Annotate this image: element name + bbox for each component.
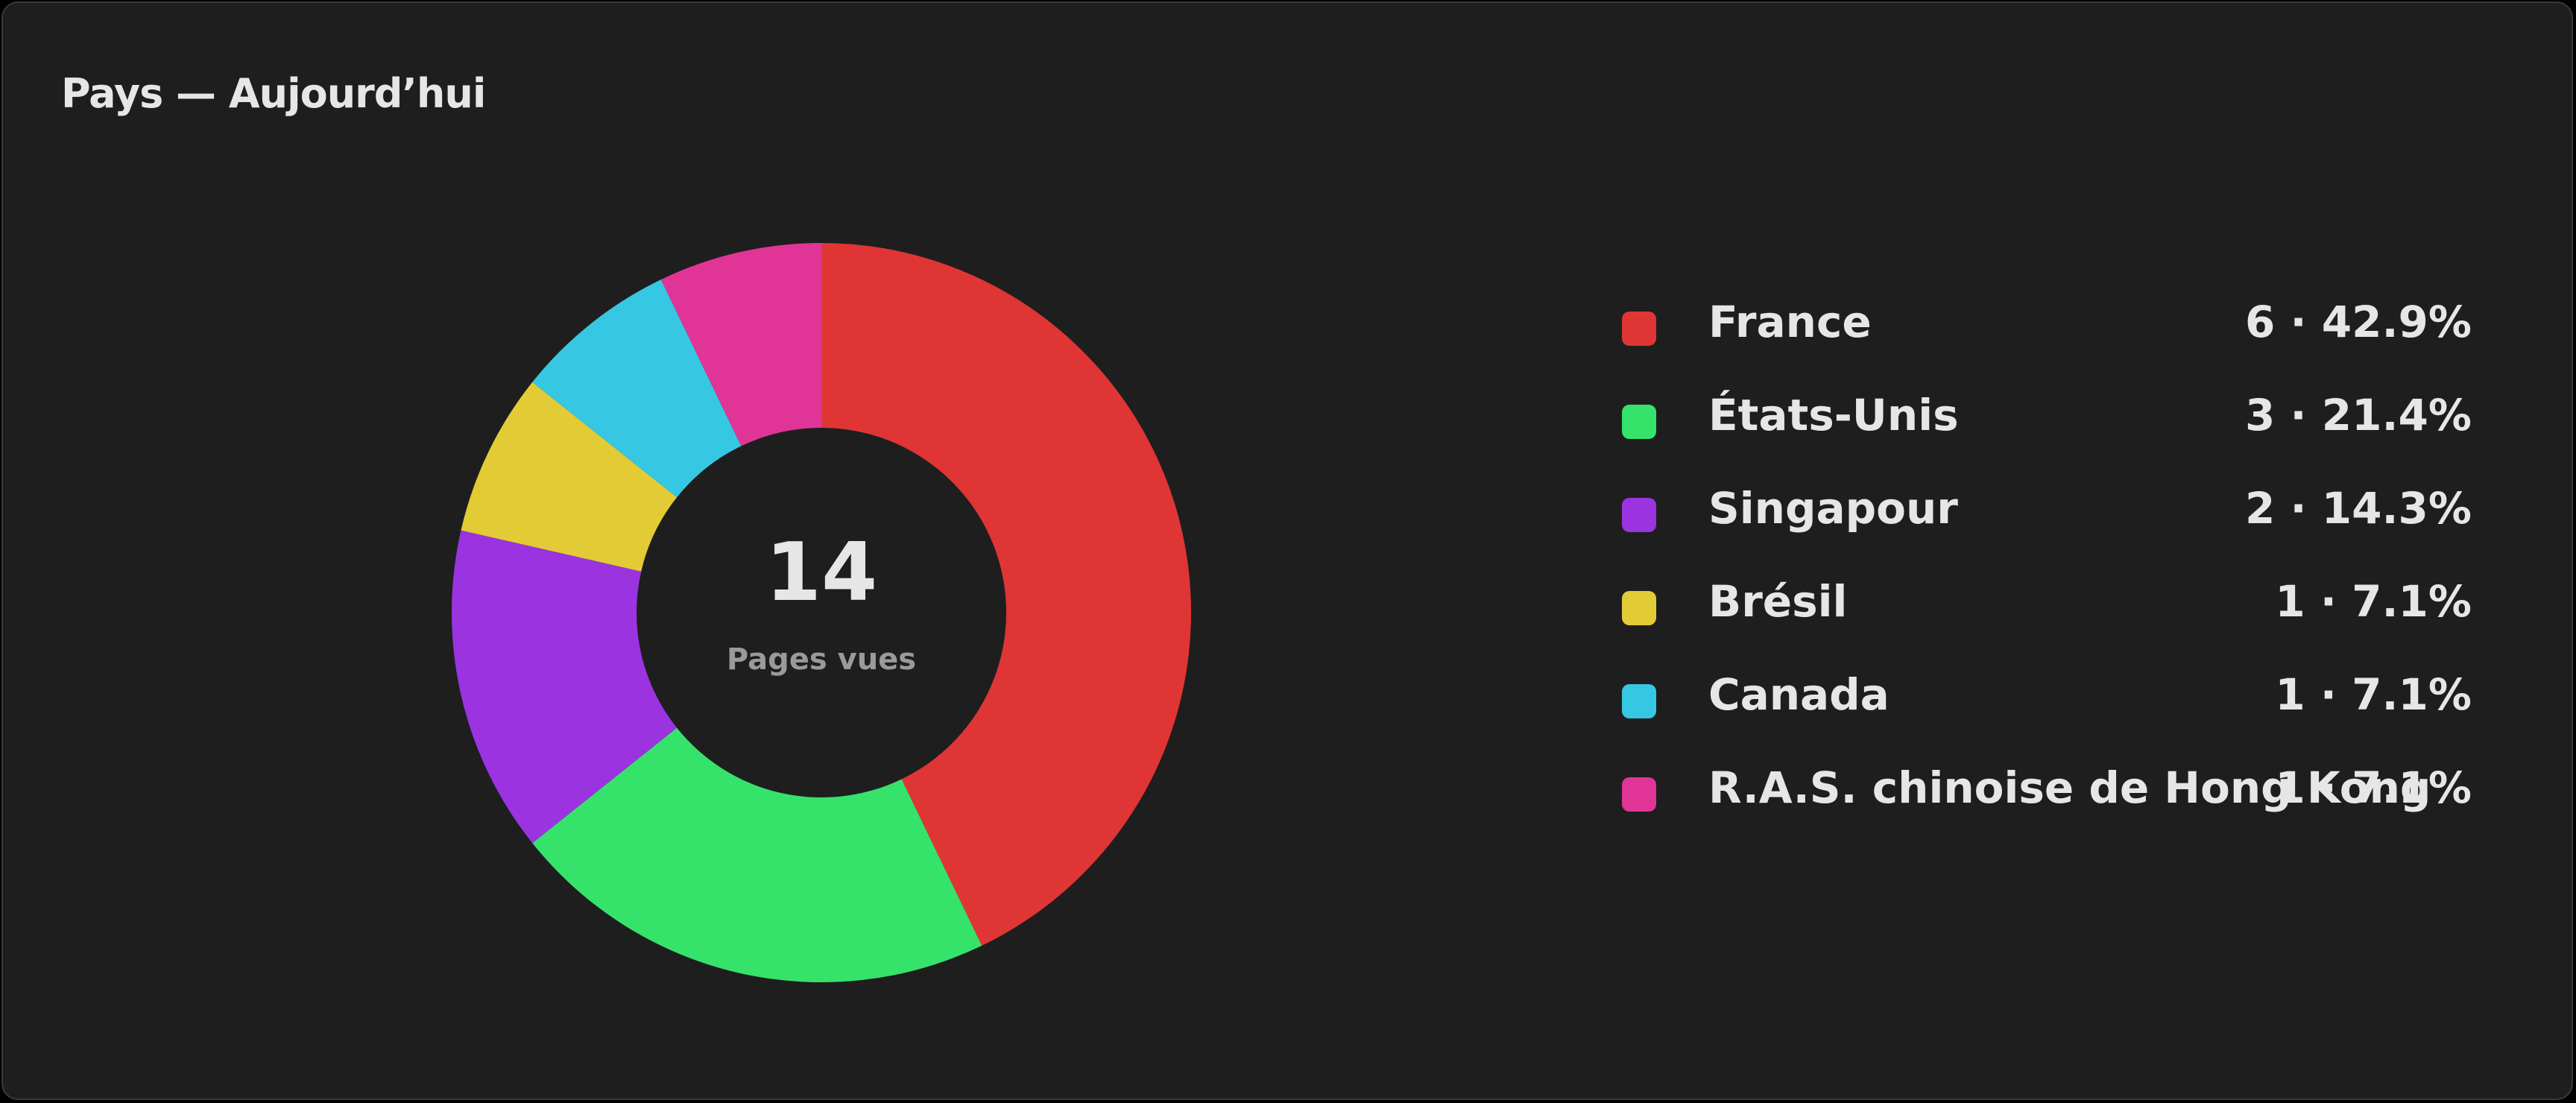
legend-label: France bbox=[1708, 297, 1872, 347]
legend-item[interactable]: France 6 · 42.9% bbox=[1622, 282, 2472, 375]
legend-item[interactable]: États-Unis 3 · 21.4% bbox=[1622, 375, 2472, 468]
legend-swatch bbox=[1622, 312, 1656, 346]
legend-item[interactable]: Singapour 2 · 14.3% bbox=[1622, 468, 2472, 561]
legend-swatch bbox=[1622, 405, 1656, 439]
total-pageviews: 14 bbox=[765, 526, 878, 619]
legend-swatch bbox=[1622, 777, 1656, 812]
legend-value: 1 · 7.1% bbox=[2275, 762, 2472, 813]
legend-value: 2 · 14.3% bbox=[2245, 483, 2472, 534]
legend-value: 3 · 21.4% bbox=[2245, 390, 2472, 440]
legend-item[interactable]: Canada 1 · 7.1% bbox=[1622, 654, 2472, 748]
legend-item[interactable]: Brésil 1 · 7.1% bbox=[1622, 561, 2472, 654]
legend-swatch bbox=[1622, 498, 1656, 532]
total-caption: Pages vues bbox=[726, 642, 917, 677]
legend-label: Singapour bbox=[1708, 483, 1958, 534]
legend-label: États-Unis bbox=[1708, 390, 1959, 440]
legend-item[interactable]: R.A.S. chinoise de Hong Kong 1 · 7.1% bbox=[1622, 748, 2472, 841]
legend-swatch bbox=[1622, 684, 1656, 718]
legend-value: 6 · 42.9% bbox=[2245, 297, 2472, 347]
legend-label: Canada bbox=[1708, 669, 1890, 720]
chart-legend: France 6 · 42.9% États-Unis 3 · 21.4% Singap… bbox=[1622, 282, 2472, 841]
legend-value: 1 · 7.1% bbox=[2275, 669, 2472, 720]
legend-swatch bbox=[1622, 591, 1656, 625]
legend-label: Brésil bbox=[1708, 576, 1848, 627]
legend-value: 1 · 7.1% bbox=[2275, 576, 2472, 627]
